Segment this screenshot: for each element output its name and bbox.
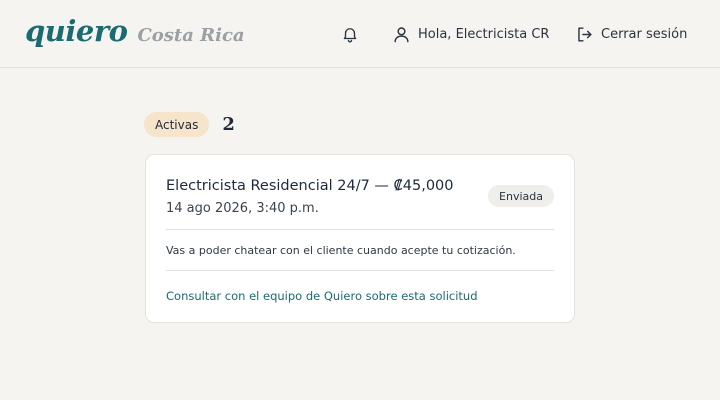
card-divider xyxy=(166,270,554,271)
request-title: Electricista Residencial 24/7 — ₡45,000 xyxy=(166,178,454,194)
card-divider xyxy=(166,229,554,230)
brand-name: quiero xyxy=(25,14,128,48)
brand-logo[interactable]: quiero Costa Rica xyxy=(25,14,245,48)
request-date: 14 ago 2026, 3:40 p.m. xyxy=(166,201,319,216)
request-card[interactable]: Electricista Residencial 24/7 — ₡45,000 … xyxy=(145,154,575,323)
notifications-button[interactable] xyxy=(338,22,362,46)
logout-icon xyxy=(575,25,594,44)
user-icon xyxy=(392,25,411,44)
bell-icon xyxy=(341,25,359,43)
active-count: 2 xyxy=(222,114,235,135)
user-greeting: Hola, Electricista CR xyxy=(418,26,550,42)
top-header: quiero Costa Rica Hola, Electricista CR xyxy=(0,0,720,68)
request-note: Vas a poder chatear con el cliente cuand… xyxy=(166,244,516,257)
filter-row: Activas 2 xyxy=(144,112,235,137)
brand-country: Costa Rica xyxy=(137,25,245,46)
logout-label: Cerrar sesión xyxy=(601,26,688,42)
filter-pill-active[interactable]: Activas xyxy=(144,112,210,137)
support-link[interactable]: Consultar con el equipo de Quiero sobre … xyxy=(166,289,478,303)
user-menu-button[interactable]: Hola, Electricista CR xyxy=(392,22,549,46)
logout-button[interactable]: Cerrar sesión xyxy=(575,22,687,46)
status-badge: Enviada xyxy=(488,185,554,207)
